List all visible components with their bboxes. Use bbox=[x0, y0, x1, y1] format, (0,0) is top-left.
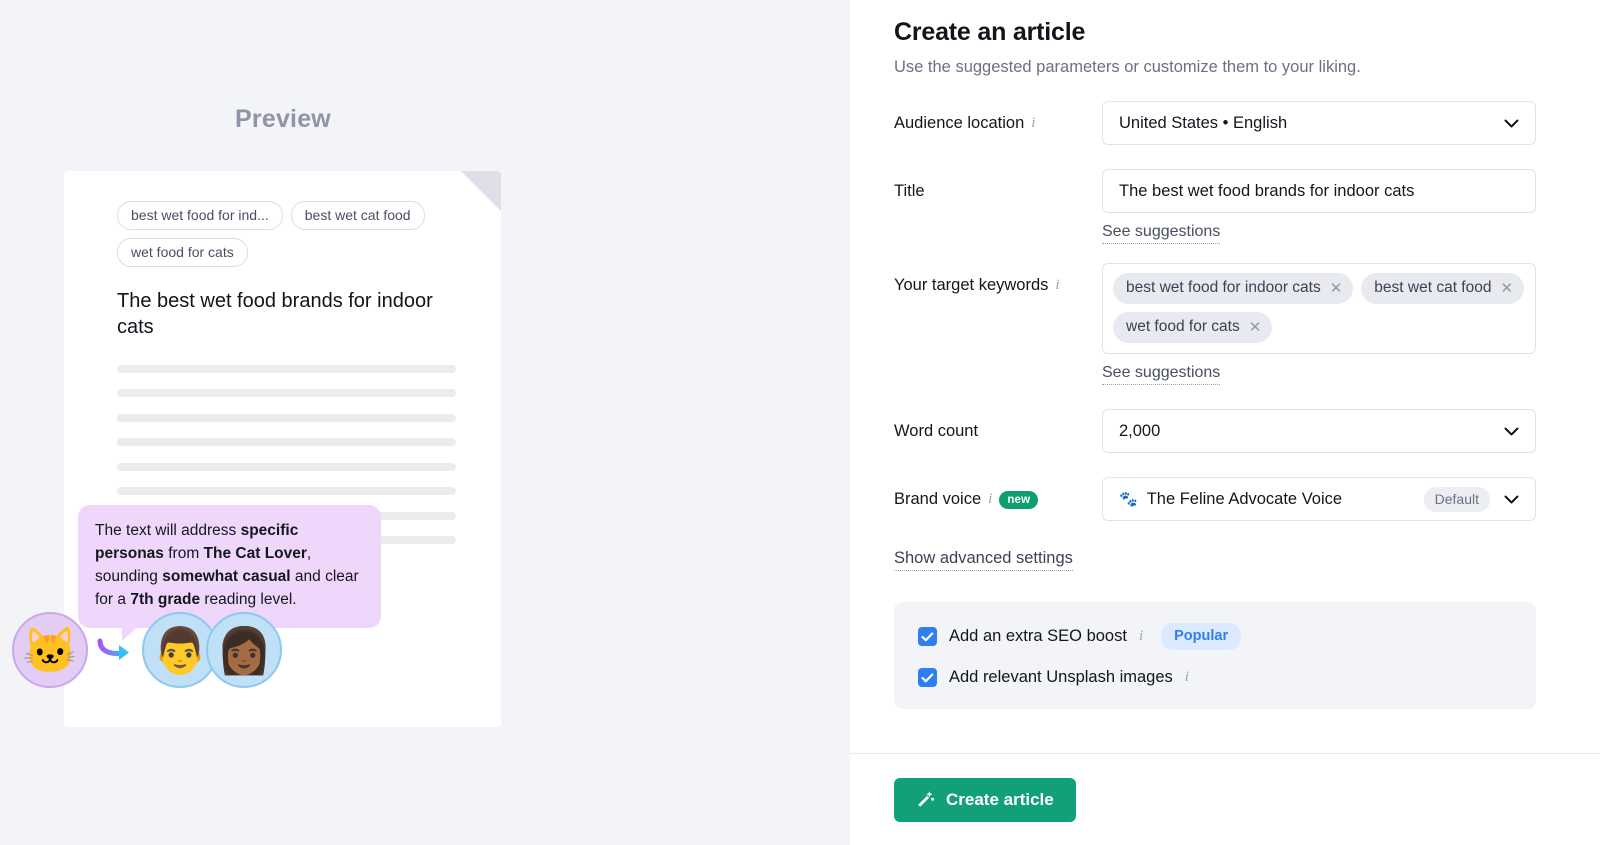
keyword-tag: best wet food for indoor cats ✕ bbox=[1113, 273, 1354, 304]
brand-voice-value: The Feline Advocate Voice bbox=[1146, 489, 1343, 508]
word-count-control: 2,000 bbox=[1102, 409, 1536, 453]
preview-keyword-chip: wet food for cats bbox=[117, 238, 248, 267]
tooltip-bold-2: The Cat Lover bbox=[203, 544, 307, 562]
curved-arrow-icon bbox=[88, 635, 142, 665]
keyword-tag: best wet cat food ✕ bbox=[1361, 273, 1525, 304]
close-icon[interactable]: ✕ bbox=[1500, 281, 1513, 296]
info-icon[interactable]: i bbox=[1185, 670, 1189, 685]
title-input-value: The best wet food brands for indoor cats bbox=[1119, 181, 1415, 200]
create-article-screen: Preview best wet food for ind... best we… bbox=[0, 0, 1600, 845]
show-advanced-settings-link[interactable]: Show advanced settings bbox=[894, 549, 1073, 571]
title-row: Title The best wet food brands for indoo… bbox=[894, 169, 1536, 244]
form-footer: Create article bbox=[850, 753, 1600, 845]
skeleton-line bbox=[117, 462, 456, 471]
audience-location-label: Audience location i bbox=[894, 101, 1102, 133]
preview-pane: Preview best wet food for ind... best we… bbox=[0, 0, 850, 845]
skeleton-line bbox=[117, 413, 456, 422]
persona-avatar-row: 🐱 👨 👩🏾 bbox=[12, 612, 282, 688]
brand-voice-label-text: Brand voice bbox=[894, 490, 982, 508]
word-count-label: Word count bbox=[894, 409, 1102, 441]
title-label: Title bbox=[894, 169, 1102, 201]
word-count-label-text: Word count bbox=[894, 422, 979, 440]
info-icon[interactable]: i bbox=[1139, 629, 1143, 644]
skeleton-line bbox=[117, 438, 456, 447]
brand-voice-row: Brand voice i new 🐾 The Feline Advocate … bbox=[894, 477, 1536, 521]
info-icon[interactable]: i bbox=[1031, 116, 1035, 131]
option-seo-boost[interactable]: Add an extra SEO boost i Popular bbox=[918, 623, 1512, 650]
checkbox-unsplash-images[interactable] bbox=[918, 668, 937, 687]
preview-heading: Preview bbox=[235, 105, 331, 133]
extra-options-panel: Add an extra SEO boost i Popular Add rel… bbox=[894, 602, 1536, 709]
word-count-value: 2,000 bbox=[1119, 421, 1161, 440]
preview-keyword-chip: best wet food for ind... bbox=[117, 201, 283, 230]
target-keywords-label: Your target keywords i bbox=[894, 263, 1102, 295]
preview-article-title: The best wet food brands for indoor cats bbox=[117, 290, 433, 339]
word-count-row: Word count 2,000 bbox=[894, 409, 1536, 453]
default-badge: Default bbox=[1423, 486, 1490, 512]
preview-keyword-chip-list: best wet food for ind... best wet cat fo… bbox=[64, 171, 501, 267]
title-input[interactable]: The best wet food brands for indoor cats bbox=[1102, 169, 1536, 213]
preview-keyword-chip: best wet cat food bbox=[290, 201, 425, 230]
chevron-down-icon bbox=[1504, 427, 1519, 436]
chevron-down-icon bbox=[1504, 495, 1519, 504]
article-settings-form: Create an article Use the suggested para… bbox=[850, 0, 1600, 845]
close-icon[interactable]: ✕ bbox=[1330, 281, 1343, 296]
audience-location-select[interactable]: United States • English bbox=[1102, 101, 1536, 145]
magic-wand-icon bbox=[916, 790, 935, 809]
info-icon[interactable]: i bbox=[988, 492, 992, 507]
skeleton-line bbox=[117, 389, 456, 398]
option-unsplash-images[interactable]: Add relevant Unsplash images i bbox=[918, 668, 1512, 687]
new-badge: new bbox=[999, 490, 1039, 509]
skeleton-line bbox=[117, 487, 456, 496]
keyword-tag-label: best wet food for indoor cats bbox=[1126, 279, 1321, 296]
brand-voice-select[interactable]: 🐾 The Feline Advocate Voice Default bbox=[1102, 477, 1536, 521]
keyword-tag-label: best wet cat food bbox=[1374, 279, 1492, 296]
form-header: Create an article Use the suggested para… bbox=[894, 0, 1536, 77]
tooltip-text-1: The text will address bbox=[95, 522, 241, 539]
word-count-select[interactable]: 2,000 bbox=[1102, 409, 1536, 453]
keyword-tag: wet food for cats ✕ bbox=[1113, 312, 1273, 343]
title-label-text: Title bbox=[894, 182, 925, 200]
option-seo-boost-label: Add an extra SEO boost bbox=[949, 627, 1127, 645]
brand-voice-label: Brand voice i new bbox=[894, 477, 1102, 509]
brand-voice-control: 🐾 The Feline Advocate Voice Default bbox=[1102, 477, 1536, 521]
tooltip-text-2: from bbox=[163, 544, 204, 562]
info-icon[interactable]: i bbox=[1055, 278, 1059, 293]
target-keywords-label-text: Your target keywords bbox=[894, 276, 1049, 294]
title-control: The best wet food brands for indoor cats… bbox=[1102, 169, 1536, 244]
audience-location-control: United States • English bbox=[1102, 101, 1536, 145]
audience-location-value: United States • English bbox=[1119, 113, 1288, 132]
brand-voice-right: Default bbox=[1423, 486, 1519, 512]
checkbox-seo-boost[interactable] bbox=[918, 627, 937, 646]
paw-prints-icon: 🐾 bbox=[1119, 490, 1138, 508]
create-article-button[interactable]: Create article bbox=[894, 777, 1076, 822]
audience-location-row: Audience location i United States • Engl… bbox=[894, 101, 1536, 145]
title-see-suggestions-link[interactable]: See suggestions bbox=[1102, 223, 1221, 244]
tooltip-bold-3: somewhat casual bbox=[162, 567, 291, 585]
page-subtitle: Use the suggested parameters or customiz… bbox=[894, 58, 1361, 76]
page-fold-corner bbox=[461, 171, 501, 211]
persona-tooltip: The text will address specific personas … bbox=[78, 505, 381, 641]
keyword-tag-label: wet food for cats bbox=[1126, 318, 1240, 335]
popular-badge: Popular bbox=[1161, 623, 1242, 650]
target-keywords-control: best wet food for indoor cats ✕ best wet… bbox=[1102, 263, 1536, 385]
audience-location-label-text: Audience location bbox=[894, 114, 1025, 132]
keywords-input-box[interactable]: best wet food for indoor cats ✕ best wet… bbox=[1102, 263, 1536, 354]
tooltip-text-5: reading level. bbox=[200, 590, 297, 608]
create-article-button-label: Create article bbox=[946, 789, 1054, 809]
tooltip-bold-4: 7th grade bbox=[130, 590, 201, 608]
skeleton-line bbox=[117, 364, 456, 373]
close-icon[interactable]: ✕ bbox=[1249, 320, 1262, 335]
audience-avatar-2: 👩🏾 bbox=[206, 612, 282, 688]
keywords-see-suggestions-link[interactable]: See suggestions bbox=[1102, 364, 1221, 385]
brand-voice-avatar: 🐱 bbox=[12, 612, 88, 688]
target-keywords-row: Your target keywords i best wet food for… bbox=[894, 263, 1536, 385]
page-title: Create an article bbox=[894, 18, 1086, 46]
chevron-down-icon bbox=[1504, 119, 1519, 128]
option-unsplash-images-label: Add relevant Unsplash images bbox=[949, 668, 1173, 686]
brand-voice-value-wrap: 🐾 The Feline Advocate Voice bbox=[1119, 490, 1342, 509]
